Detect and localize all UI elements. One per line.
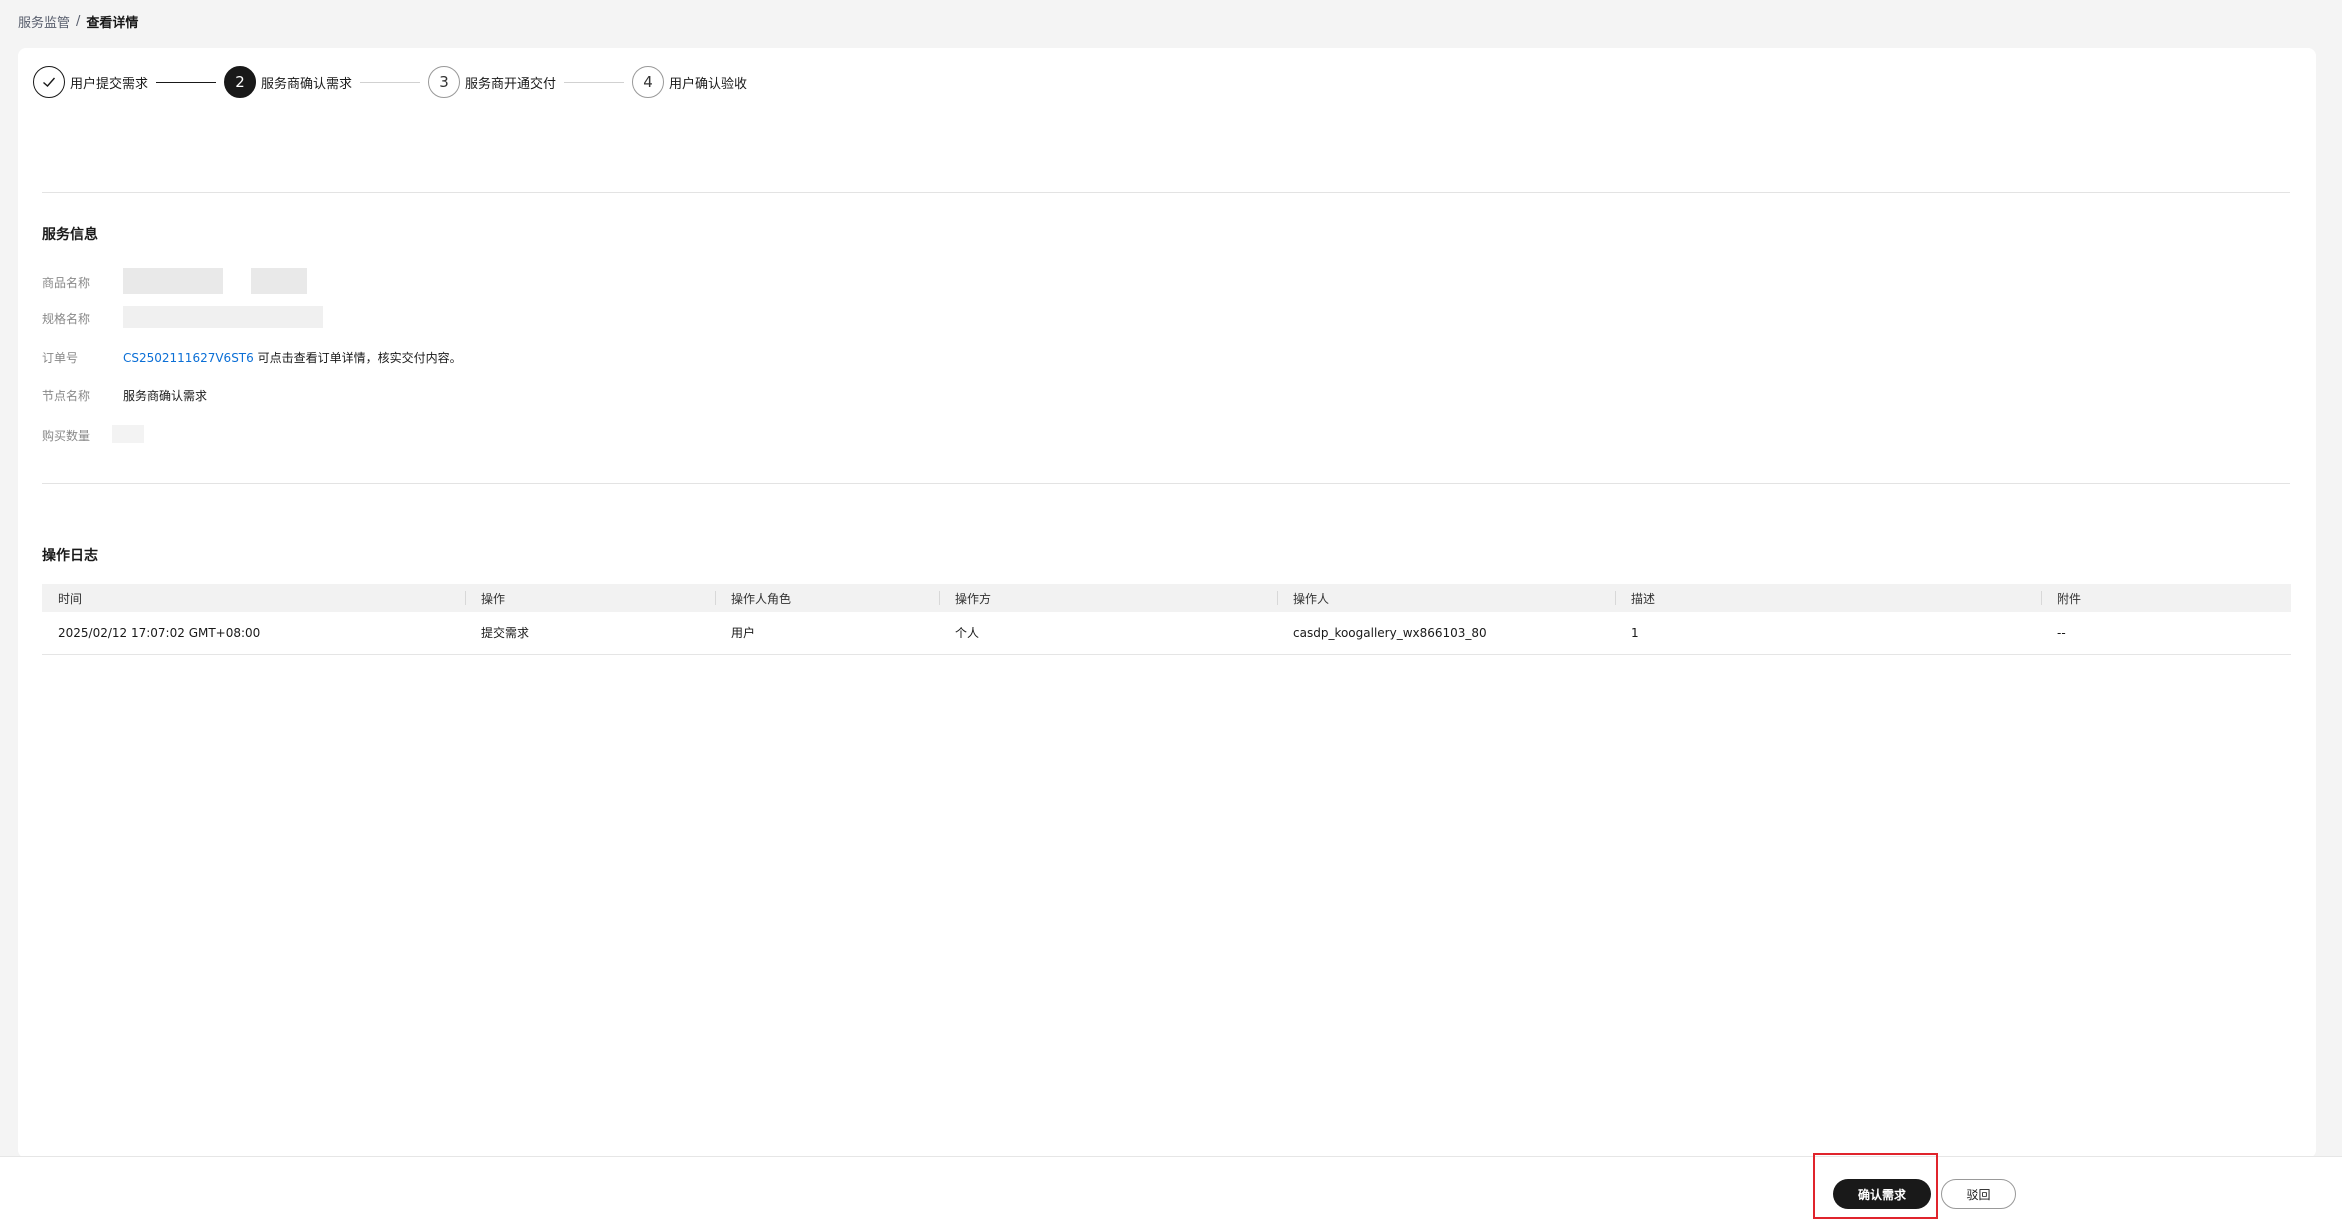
step-3-number: 3 <box>428 66 461 98</box>
node-label: 节点名称 <box>42 389 91 403</box>
column-header-operator-role: 操作人角色 <box>715 584 939 612</box>
confirm-request-button[interactable]: 确认需求 <box>1833 1179 1931 1209</box>
order-hint: 可点击查看订单详情，核实交付内容。 <box>257 351 462 365</box>
cell-attachment: -- <box>2041 612 2291 655</box>
order-label: 订单号 <box>42 351 79 365</box>
divider <box>42 483 2290 484</box>
step-4: 4 用户确认验收 <box>632 66 747 98</box>
step-connector <box>360 81 421 83</box>
step-3: 3 服务商开通交付 <box>428 66 556 98</box>
step-2-number: 2 <box>224 66 257 98</box>
column-header-operator-party: 操作方 <box>939 584 1277 612</box>
order-value: CS2502111627V6ST6 可点击查看订单详情，核实交付内容。 <box>123 349 462 366</box>
quantity-value-redacted <box>112 425 144 446</box>
step-4-label: 用户确认验收 <box>669 76 748 92</box>
reject-button[interactable]: 驳回 <box>1941 1179 2016 1209</box>
breadcrumb-parent[interactable]: 服务监管 <box>18 12 70 31</box>
step-connector <box>156 81 217 83</box>
quantity-row: 购买数量 <box>42 425 144 446</box>
check-icon <box>33 66 65 98</box>
table-header-row: 时间 操作 操作人角色 操作方 操作人 描述 附件 <box>42 584 2291 612</box>
table-row: 2025/02/12 17:07:02 GMT+08:00 提交需求 用户 个人… <box>42 612 2291 655</box>
column-header-operation: 操作 <box>465 584 715 612</box>
order-row: 订单号 CS2502111627V6ST6 可点击查看订单详情，核实交付内容。 <box>42 349 462 366</box>
column-header-attachment: 附件 <box>2041 584 2291 612</box>
breadcrumb-separator: / <box>76 14 81 29</box>
cell-operation: 提交需求 <box>465 612 715 655</box>
cell-description: 1 <box>1615 612 2041 655</box>
cell-operator: casdp_koogallery_wx866103_80 <box>1277 612 1615 655</box>
node-row: 节点名称 服务商确认需求 <box>42 387 207 404</box>
column-header-description: 描述 <box>1615 584 2041 612</box>
breadcrumb: 服务监管 / 查看详情 <box>18 12 138 31</box>
order-id-link[interactable]: CS2502111627V6ST6 <box>123 351 254 365</box>
service-info-title: 服务信息 <box>42 227 98 243</box>
spec-name-label: 规格名称 <box>42 312 91 326</box>
log-title: 操作日志 <box>42 548 98 564</box>
step-1-label: 用户提交需求 <box>70 76 149 92</box>
product-name-value-redacted <box>123 268 307 297</box>
step-2-label: 服务商确认需求 <box>261 76 353 92</box>
progress-steps: 用户提交需求 2 服务商确认需求 3 服务商开通交付 4 用户确认验收 <box>33 66 747 98</box>
node-value: 服务商确认需求 <box>123 389 208 403</box>
divider <box>42 192 2290 193</box>
step-2: 2 服务商确认需求 <box>224 66 352 98</box>
step-connector <box>564 81 625 83</box>
step-1: 用户提交需求 <box>33 66 148 98</box>
cell-operator-party: 个人 <box>939 612 1277 655</box>
breadcrumb-current: 查看详情 <box>86 16 139 31</box>
step-4-number: 4 <box>632 66 665 98</box>
cell-operator-role: 用户 <box>715 612 939 655</box>
quantity-label: 购买数量 <box>42 429 91 443</box>
product-name-label: 商品名称 <box>42 276 91 290</box>
spec-name-row: 规格名称 <box>42 306 323 331</box>
column-header-time: 时间 <box>42 584 465 612</box>
column-header-operator: 操作人 <box>1277 584 1615 612</box>
cell-time: 2025/02/12 17:07:02 GMT+08:00 <box>42 612 465 655</box>
step-3-label: 服务商开通交付 <box>465 76 557 92</box>
product-name-row: 商品名称 <box>42 268 307 297</box>
spec-name-value-redacted <box>123 306 323 331</box>
log-table: 时间 操作 操作人角色 操作方 操作人 描述 附件 2025/02/12 17:… <box>42 584 2291 655</box>
